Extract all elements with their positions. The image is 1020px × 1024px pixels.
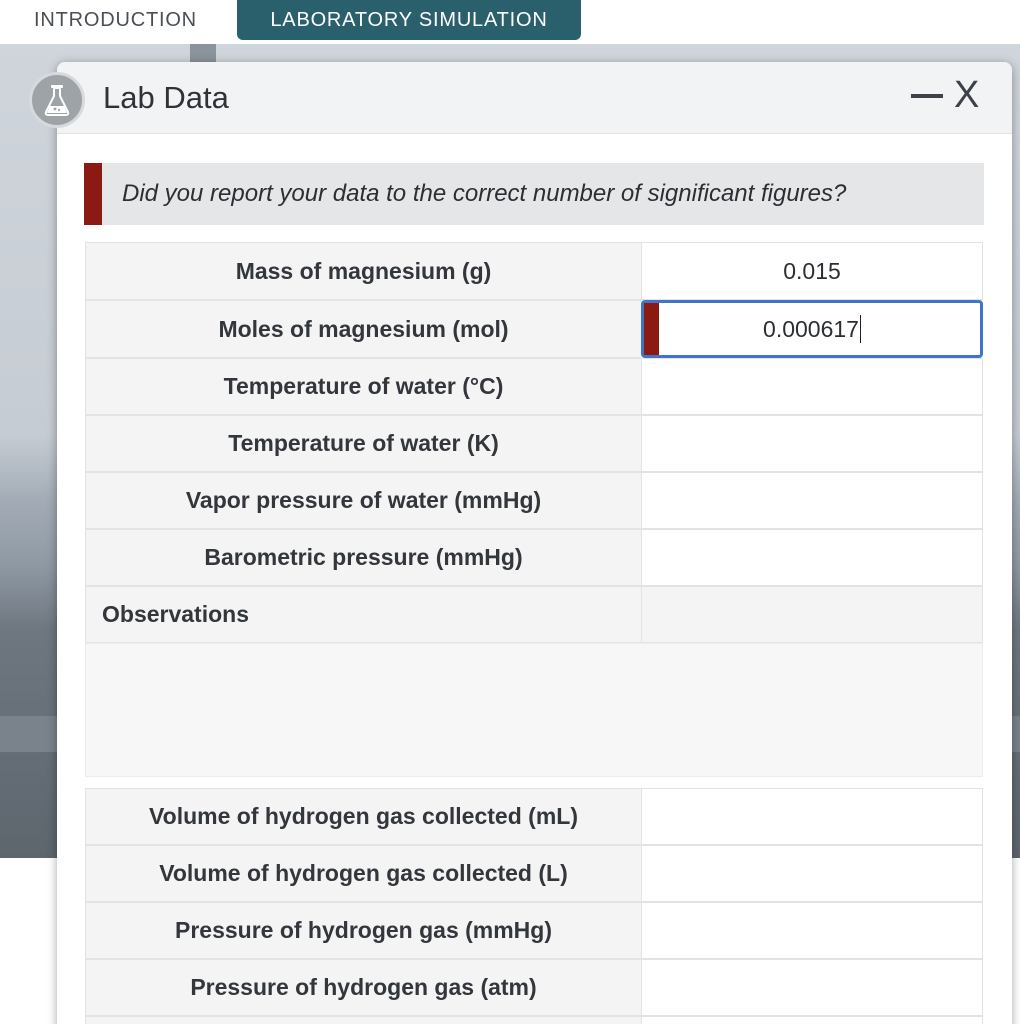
table-row: Pressure of hydrogen gas (mmHg) [85, 902, 983, 959]
text-caret [859, 315, 861, 343]
tab-laboratory-simulation[interactable]: LABORATORY SIMULATION [237, 0, 581, 40]
row-label: Vapor pressure of water (mmHg) [85, 472, 641, 529]
row-label: Barometric pressure (mmHg) [85, 529, 641, 586]
table-row: Vapor pressure of water (mmHg) [85, 472, 983, 529]
message-text: Did you report your data to the correct … [122, 180, 847, 207]
minimize-icon[interactable] [909, 78, 945, 114]
row-label: Temperature of water (°C) [85, 358, 641, 415]
input-value: 0.000617 [763, 315, 859, 342]
table-row: Temperature of water (K) [85, 415, 983, 472]
value-input[interactable] [641, 1016, 983, 1024]
observations-row: Observations [85, 586, 983, 643]
dialog-header: Lab Data X [57, 62, 1012, 134]
value-input[interactable] [641, 959, 983, 1016]
observations-textarea[interactable] [85, 643, 983, 777]
lab-stand-post [190, 44, 216, 64]
table-row: Volume of hydrogen gas collected (mL) [85, 788, 983, 845]
significant-figures-message: Did you report your data to the correct … [84, 163, 984, 225]
tab-introduction[interactable]: INTRODUCTION [34, 0, 197, 40]
table-row: Moles of magnesium (mol) 0.000617 [85, 300, 983, 358]
row-label: Moles of magnesium (mol) [85, 300, 641, 358]
row-label: Pressure of hydrogen gas (atm) [85, 959, 641, 1016]
table-row [85, 1016, 983, 1024]
row-label: Temperature of water (K) [85, 415, 641, 472]
error-indicator [644, 303, 659, 355]
value-input[interactable] [641, 358, 983, 415]
table-row: Mass of magnesium (g) 0.015 [85, 242, 983, 300]
value-input[interactable] [641, 902, 983, 959]
observations-label: Observations [85, 586, 641, 643]
dialog-title: Lab Data [103, 80, 229, 115]
value-input[interactable] [641, 415, 983, 472]
row-label: Volume of hydrogen gas collected (mL) [85, 788, 641, 845]
value-input[interactable] [641, 529, 983, 586]
row-label [85, 1016, 641, 1024]
value-input[interactable] [641, 472, 983, 529]
moles-magnesium-input[interactable]: 0.000617 [641, 300, 983, 358]
lab-data-dialog: Lab Data X Did you report your data to t… [57, 62, 1012, 1024]
value-input[interactable] [641, 845, 983, 902]
table-row: Volume of hydrogen gas collected (L) [85, 845, 983, 902]
observations-header-cell [641, 586, 983, 643]
table-row: Pressure of hydrogen gas (atm) [85, 959, 983, 1016]
close-button[interactable]: X [954, 74, 979, 117]
flask-icon [29, 72, 85, 128]
value-input[interactable] [641, 788, 983, 845]
row-label: Pressure of hydrogen gas (mmHg) [85, 902, 641, 959]
value-input[interactable]: 0.015 [641, 242, 983, 300]
top-tab-bar: INTRODUCTION LABORATORY SIMULATION [0, 0, 1020, 44]
message-accent-bar [84, 163, 102, 225]
table-row: Barometric pressure (mmHg) [85, 529, 983, 586]
row-label: Mass of magnesium (g) [85, 242, 641, 300]
row-label: Volume of hydrogen gas collected (L) [85, 845, 641, 902]
table-row: Temperature of water (°C) [85, 358, 983, 415]
